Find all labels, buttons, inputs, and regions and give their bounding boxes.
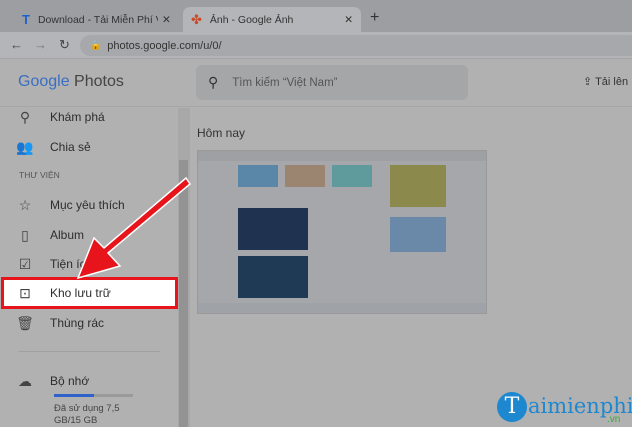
watermark-logo-icon: T [497, 392, 527, 422]
watermark-vn: .vn [607, 414, 621, 425]
arrow-shape [76, 176, 191, 280]
red-arrow [76, 176, 191, 280]
